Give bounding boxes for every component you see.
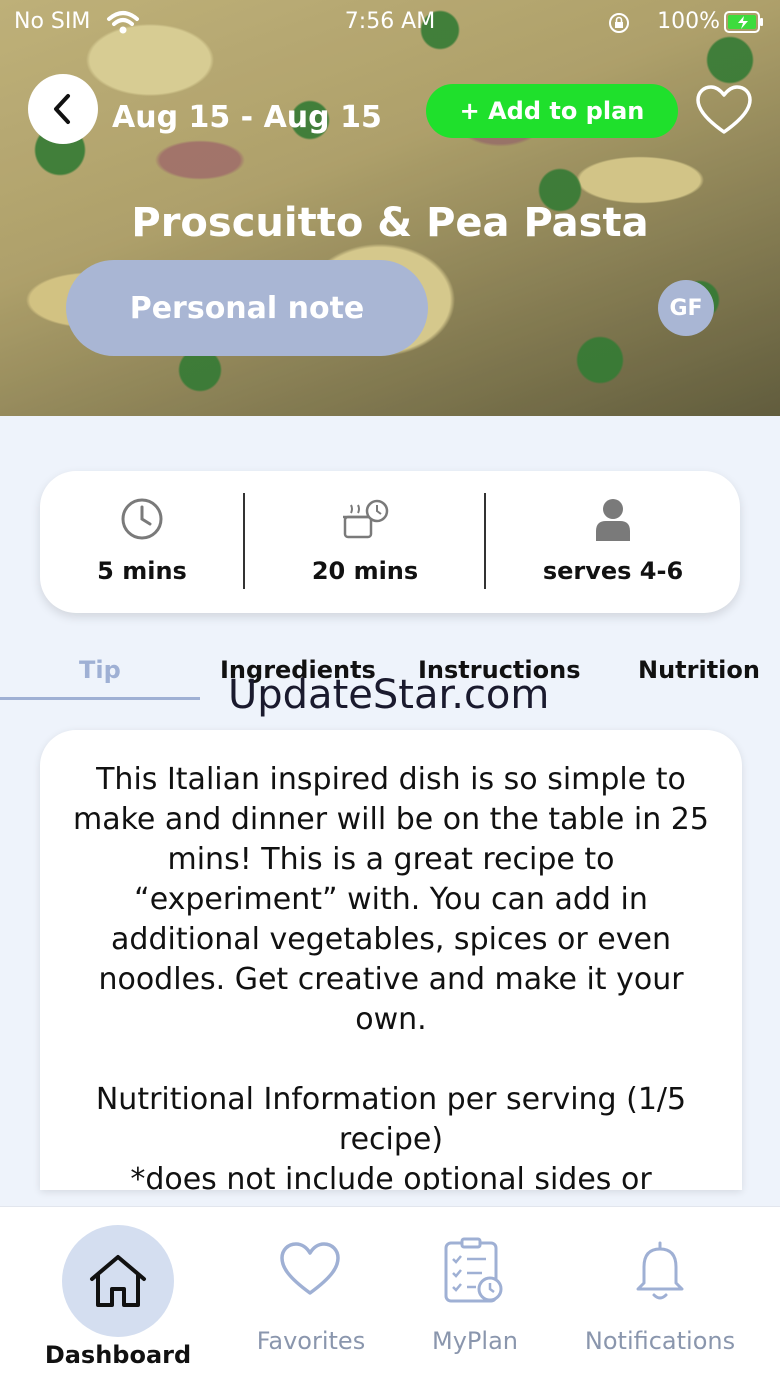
heart-icon bbox=[280, 1242, 340, 1295]
bottom-navigation: Dashboard Favorites MyPlan Notifications bbox=[0, 1206, 780, 1387]
recipe-title: Proscuitto & Pea Pasta bbox=[131, 200, 649, 246]
nav-favorites[interactable]: Favorites bbox=[236, 1207, 386, 1387]
battery-percent: 100% bbox=[657, 9, 720, 34]
nav-dashboard[interactable]: Dashboard bbox=[0, 1207, 236, 1387]
nav-label: Dashboard bbox=[44, 1341, 192, 1369]
checklist-icon bbox=[444, 1237, 503, 1303]
tip-paragraph: This Italian inspired dish is so simple … bbox=[73, 762, 709, 1037]
person-icon bbox=[596, 499, 630, 541]
cooking-pot-timer-icon bbox=[343, 499, 389, 539]
cook-time-value: 20 mins bbox=[311, 557, 419, 585]
tab-tip[interactable]: Tip bbox=[79, 656, 121, 684]
tip-content-card: This Italian inspired dish is so simple … bbox=[40, 730, 742, 1190]
nutrition-info-heading: Nutritional Information per serving (1/5… bbox=[95, 1082, 687, 1157]
nutrition-footnote: *does not include optional sides or bbox=[130, 1162, 652, 1190]
add-to-plan-button[interactable]: + Add to plan bbox=[426, 84, 678, 138]
cook-time-stat: 20 mins bbox=[244, 471, 486, 613]
orientation-lock-icon bbox=[609, 13, 629, 33]
recipe-stats-card: 5 mins 20 mins serves 4-6 bbox=[40, 471, 740, 613]
prep-time-value: 5 mins bbox=[97, 557, 187, 585]
nav-label: Notifications bbox=[584, 1327, 736, 1355]
active-tab-indicator bbox=[0, 697, 200, 700]
bell-icon bbox=[636, 1241, 684, 1300]
servings-stat: serves 4-6 bbox=[486, 471, 740, 613]
nav-notifications[interactable]: Notifications bbox=[570, 1207, 750, 1387]
favorite-heart-icon[interactable] bbox=[694, 84, 754, 138]
prep-time-stat: 5 mins bbox=[40, 471, 244, 613]
watermark-text: UpdateStar.com bbox=[228, 672, 550, 718]
tab-nutrition[interactable]: Nutrition bbox=[638, 656, 760, 684]
clock-icon bbox=[121, 498, 163, 540]
personal-note-button[interactable]: Personal note bbox=[66, 260, 428, 356]
battery-icon bbox=[724, 11, 763, 33]
nav-label: MyPlan bbox=[432, 1327, 518, 1355]
servings-value: serves 4-6 bbox=[542, 557, 684, 585]
chevron-left-icon bbox=[54, 94, 70, 124]
nav-myplan[interactable]: MyPlan bbox=[400, 1207, 550, 1387]
back-button[interactable] bbox=[28, 74, 98, 144]
status-bar: No SIM 7:56 AM 100% bbox=[0, 0, 780, 44]
date-range[interactable]: Aug 15 - Aug 15 bbox=[112, 100, 382, 135]
home-icon bbox=[90, 1255, 146, 1307]
gluten-free-badge: GF bbox=[658, 280, 714, 336]
nav-label: Favorites bbox=[256, 1327, 366, 1355]
